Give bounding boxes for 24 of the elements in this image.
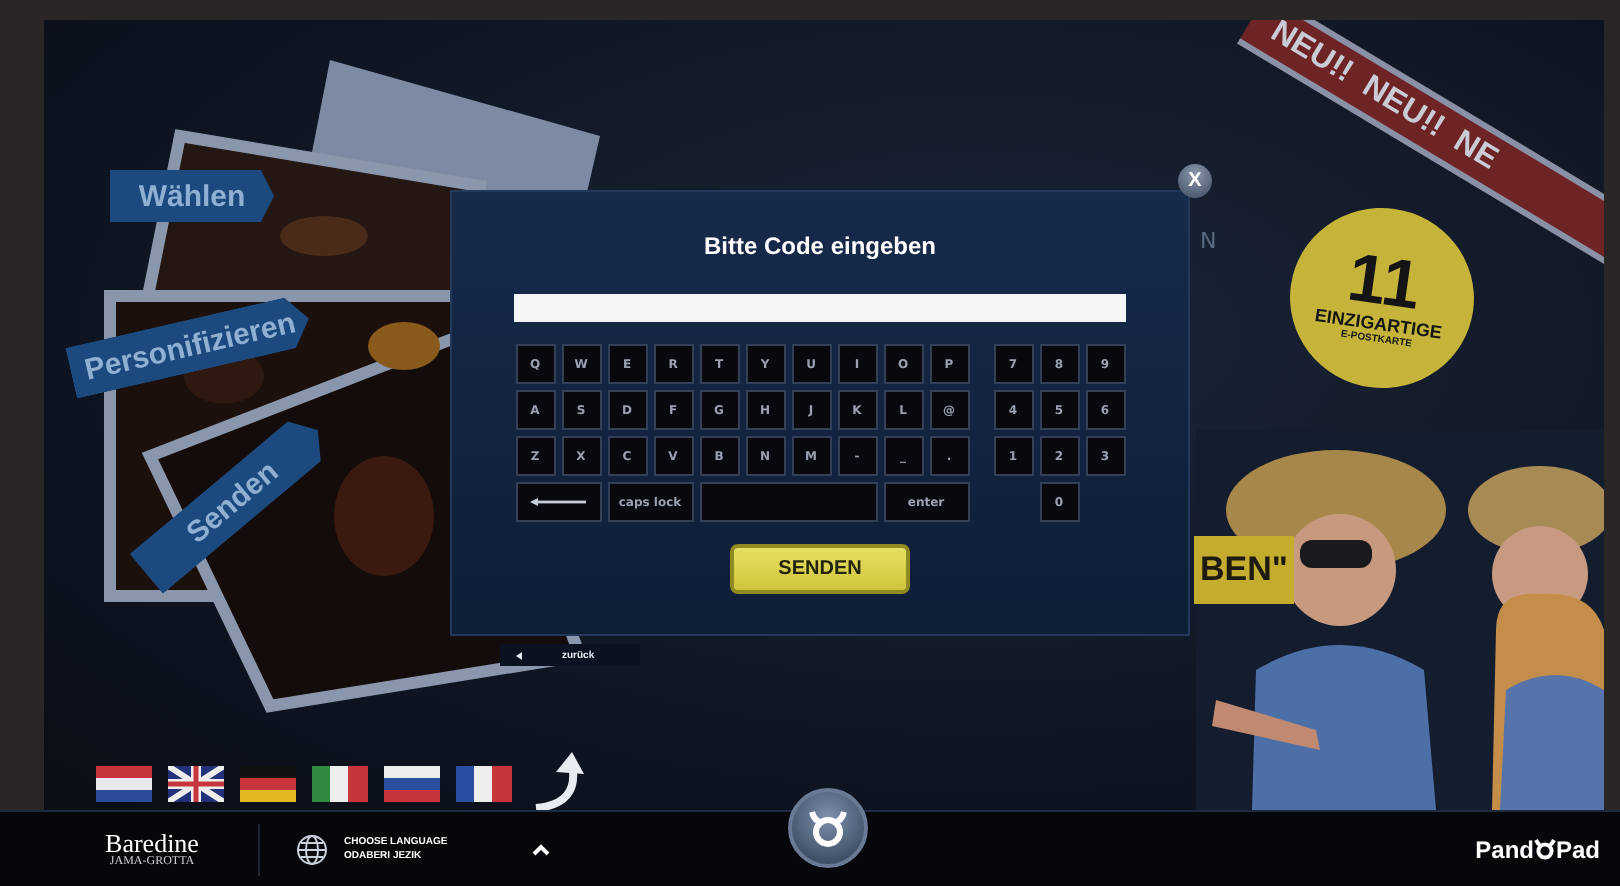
close-button[interactable]: X	[1178, 164, 1212, 198]
flag-icon[interactable]	[96, 766, 152, 802]
brand-text: Pand	[1475, 835, 1534, 863]
send-button[interactable]: SENDEN	[730, 544, 910, 594]
flag-icon[interactable]	[168, 766, 224, 802]
logo-name: Baredine	[105, 830, 199, 856]
caret-up-icon	[531, 843, 550, 855]
background-text: N	[1200, 228, 1217, 254]
horned-circle-icon	[806, 808, 850, 848]
horned-circle-icon	[1533, 838, 1556, 860]
step-label: Wählen	[110, 170, 274, 222]
brand-text: Pad	[1555, 835, 1600, 863]
flag-icon[interactable]	[240, 766, 296, 802]
flag-icon[interactable]	[384, 766, 440, 802]
home-button[interactable]	[788, 788, 868, 868]
back-arrow-icon	[516, 651, 522, 659]
globe-icon	[296, 833, 328, 865]
dialog-title: Bitte Code eingeben	[703, 232, 936, 260]
caret-up-button[interactable]	[531, 843, 550, 855]
flag-icon[interactable]	[312, 766, 368, 802]
code-input-field[interactable]	[514, 294, 1126, 322]
backspace-key[interactable]	[515, 482, 601, 522]
promo-sign: BEN"	[1194, 536, 1294, 604]
flag-icon[interactable]	[456, 766, 512, 802]
